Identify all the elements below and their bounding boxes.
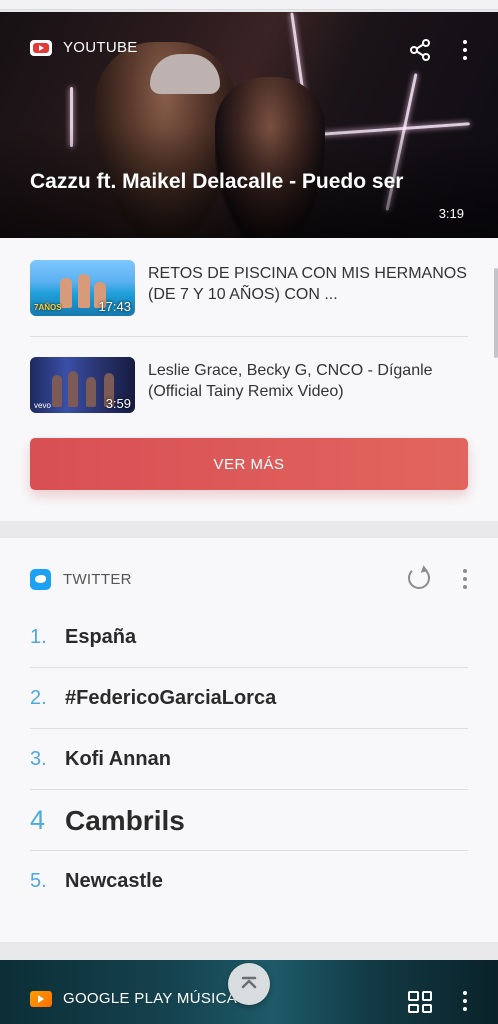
twitter-header: TWITTER <box>30 569 132 590</box>
twitter-label: TWITTER <box>63 571 132 588</box>
trend-text: Cambrils <box>65 804 185 836</box>
trend-item[interactable]: 3. Kofi Annan <box>30 729 468 790</box>
video-list-item[interactable]: vevo 3:59 Leslie Grace, Becky G, CNCO - … <box>30 355 468 415</box>
trend-item[interactable]: 5. Newcastle <box>30 851 468 912</box>
trend-text: Newcastle <box>65 870 163 892</box>
trend-text: #FedericoGarciaLorca <box>65 687 277 709</box>
more-vert-icon[interactable] <box>452 988 478 1014</box>
more-vert-icon[interactable] <box>452 37 478 63</box>
twitter-card: TWITTER 1. España 2. #FedericoGarciaLorc… <box>0 538 498 942</box>
video-list-item[interactable]: 7AÑOS 17:43 RETOS DE PISCINA CON MIS HER… <box>30 258 468 318</box>
trend-rank: 2. <box>30 687 47 709</box>
video-thumbnail: vevo 3:59 <box>30 357 135 413</box>
scrollbar[interactable] <box>494 268 498 358</box>
top-card-edge <box>0 0 498 10</box>
refresh-icon[interactable] <box>408 567 430 589</box>
trend-text: Kofi Annan <box>65 748 171 770</box>
trend-rank: 3. <box>30 748 47 770</box>
share-icon[interactable] <box>407 37 433 63</box>
youtube-label: YOUTUBE <box>63 39 138 56</box>
video-duration: 17:43 <box>98 299 131 314</box>
scroll-to-top-button[interactable] <box>228 963 270 1005</box>
more-vert-icon[interactable] <box>452 566 478 592</box>
featured-video-duration: 3:19 <box>438 206 464 221</box>
trend-rank: 5. <box>30 870 47 892</box>
ver-mas-button[interactable]: VER MÁS <box>30 438 468 490</box>
thumbnail-tag: 7AÑOS <box>34 303 62 312</box>
video-title: Leslie Grace, Becky G, CNCO - Díganle (O… <box>148 362 433 400</box>
google-play-header: GOOGLE PLAY MÚSICA <box>30 990 237 1007</box>
google-play-music-logo-icon <box>30 990 52 1007</box>
featured-video-title[interactable]: Cazzu ft. Maikel Delacalle - Puedo ser <box>30 168 420 196</box>
youtube-card: YOUTUBE Cazzu ft. Maikel Delacalle - Pue… <box>0 12 498 521</box>
trend-rank: 4 <box>30 805 46 835</box>
video-duration: 3:59 <box>105 396 131 411</box>
thumbnail-tag: vevo <box>34 401 51 410</box>
trend-item[interactable]: 2. #FedericoGarciaLorca <box>30 668 468 729</box>
apps-grid-icon[interactable] <box>408 991 432 1013</box>
youtube-logo-icon <box>30 39 52 56</box>
trend-item[interactable]: 1. España <box>30 607 468 668</box>
twitter-logo-icon <box>30 569 51 590</box>
chevron-up-icon <box>241 976 257 989</box>
google-play-label: GOOGLE PLAY MÚSICA <box>63 990 238 1007</box>
video-title: RETOS DE PISCINA CON MIS HERMANOS (DE 7 … <box>148 265 467 303</box>
trend-item[interactable]: 4 Cambrils <box>30 790 468 851</box>
trend-text: España <box>65 626 137 648</box>
trend-rank: 1. <box>30 626 47 648</box>
featured-video[interactable]: YOUTUBE Cazzu ft. Maikel Delacalle - Pue… <box>0 12 498 238</box>
video-thumbnail: 7AÑOS 17:43 <box>30 260 135 316</box>
divider <box>30 336 468 337</box>
youtube-header: YOUTUBE <box>30 39 138 56</box>
